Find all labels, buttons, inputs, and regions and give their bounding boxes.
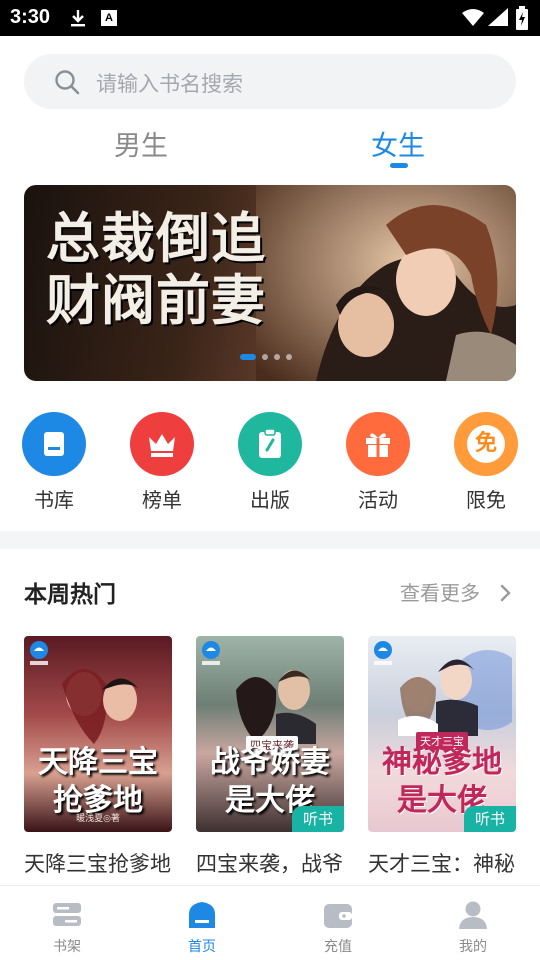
book-cover-author: 暖浅夏◎著 [76, 814, 120, 824]
nav-recharge[interactable]: 充值 [288, 886, 388, 960]
book-card[interactable]: 天降三宝抢爹地 暖浅夏◎著 天降三宝抢爹地 [24, 636, 172, 878]
book-cover-title: 天降三宝抢爹地 [38, 745, 158, 818]
tab-male[interactable]: 男生 [114, 124, 168, 163]
audio-badge: 听书 [292, 806, 344, 832]
tab-indicator [390, 163, 408, 168]
cover-illustration [236, 670, 316, 744]
see-more-link[interactable]: 查看更多 [400, 577, 480, 606]
book-cover[interactable]: 天才三宝 神秘爹地是大佬 听书 [368, 636, 516, 832]
wallet-icon [322, 900, 354, 934]
nav-profile[interactable]: 我的 [423, 886, 523, 960]
nav-bookshelf[interactable]: 书架 [17, 886, 117, 960]
banner-dot[interactable] [274, 354, 280, 360]
search-input[interactable]: 请输入书名搜索 [96, 68, 243, 98]
user-icon [457, 900, 489, 934]
book-title[interactable]: 天降三宝抢爹地 [24, 848, 172, 878]
home-icon [186, 900, 218, 934]
book-cover[interactable]: 天降三宝抢爹地 暖浅夏◎著 [24, 636, 172, 832]
category-label: 榜单 [142, 488, 182, 512]
category-events[interactable]: 活动 [346, 412, 410, 513]
category-publishing[interactable]: 出版 [238, 412, 302, 513]
battery-icon [516, 6, 528, 34]
signal-icon [488, 8, 508, 30]
category-label: 活动 [358, 488, 398, 512]
tab-female[interactable]: 女生 [371, 124, 425, 163]
book-title[interactable]: 天才三宝：神秘爹地是大佬 [368, 848, 516, 878]
banner-dot[interactable] [286, 354, 292, 360]
cover-illustration [398, 650, 512, 736]
crown-icon [130, 412, 194, 476]
nav-label: 我的 [459, 939, 487, 955]
banner-title-line2: 财阀前妻 [46, 268, 266, 332]
wifi-icon [462, 8, 484, 30]
book-icon [22, 412, 86, 476]
nav-label: 首页 [188, 939, 216, 955]
search-bar[interactable]: 请输入书名搜索 [24, 54, 516, 109]
chevron-right-icon[interactable] [500, 584, 512, 606]
book-title[interactable]: 四宝来袭，战爷娇妻是大佬 [196, 848, 344, 878]
category-free[interactable]: 免 限免 [454, 412, 518, 513]
category-label: 出版 [250, 488, 290, 512]
audio-badge: 听书 [464, 806, 516, 832]
promo-banner[interactable]: 总裁倒追 财阀前妻 [24, 185, 516, 381]
bookshelf-icon [51, 900, 83, 934]
nav-label: 书架 [53, 939, 81, 955]
status-time: 3:30 [10, 6, 51, 28]
free-icon-glyph: 免 [467, 425, 505, 463]
search-icon [54, 69, 80, 99]
book-cover[interactable]: 四宝来袭 战爷娇妻是大佬 听书 [196, 636, 344, 832]
free-icon: 免 [454, 412, 518, 476]
bottom-nav: 书架 首页 充值 我的 [0, 885, 540, 960]
cover-illustration [62, 669, 138, 744]
book-card[interactable]: 四宝来袭 战爷娇妻是大佬 听书 四宝来袭，战爷娇妻是大佬 [196, 636, 344, 878]
category-label: 书库 [34, 488, 74, 512]
banner-title: 总裁倒追 财阀前妻 [46, 207, 306, 331]
category-ranking[interactable]: 榜单 [130, 412, 194, 513]
category-label: 限免 [466, 488, 506, 512]
download-icon [68, 8, 88, 32]
banner-pagination [240, 354, 292, 360]
notification-a-icon: A [101, 10, 117, 26]
banner-dot[interactable] [240, 354, 256, 360]
category-library[interactable]: 书库 [22, 412, 86, 513]
banner-title-line1: 总裁倒追 [46, 206, 266, 270]
gift-icon [346, 412, 410, 476]
nav-label: 充值 [324, 939, 352, 955]
section-title: 本周热门 [24, 582, 116, 608]
banner-dot[interactable] [262, 354, 268, 360]
section-divider [0, 531, 540, 549]
status-bar: 3:30 A [0, 0, 540, 36]
clipboard-icon [238, 412, 302, 476]
book-card[interactable]: 天才三宝 神秘爹地是大佬 听书 天才三宝：神秘爹地是大佬 [368, 636, 516, 878]
nav-home[interactable]: 首页 [152, 886, 252, 960]
